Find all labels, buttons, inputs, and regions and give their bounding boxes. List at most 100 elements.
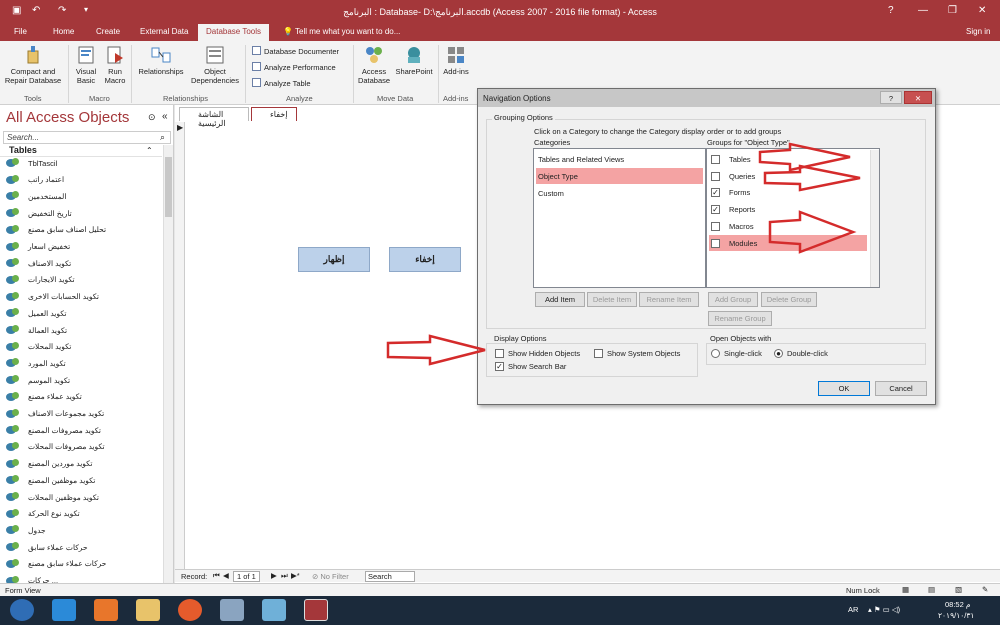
ok-button[interactable]: OK [818, 381, 870, 396]
close-button[interactable]: ✕ [978, 5, 986, 16]
doc-tab-main-screen[interactable]: الشاشة الرئيسية [179, 107, 249, 128]
visual-basic-button[interactable]: Visual Basic [72, 45, 100, 85]
nav-table-item[interactable]: جدول [6, 522, 46, 538]
nav-table-item[interactable]: تكويد العميل [6, 305, 66, 321]
next-record-button[interactable]: ▶ [271, 571, 277, 580]
nav-scrollbar[interactable] [163, 145, 173, 583]
access-database-button[interactable]: Access Database [356, 45, 392, 85]
tab-file[interactable]: File [14, 27, 27, 36]
nav-table-item[interactable]: تحليل اصناف سابق مصنع [6, 222, 106, 238]
nav-table-item[interactable]: تكويد الموسم [6, 372, 70, 388]
help-icon[interactable]: ? [888, 5, 894, 16]
form-view-icon[interactable]: ▦ [902, 585, 909, 594]
layout-view-icon[interactable]: ▧ [955, 585, 962, 594]
tab-external-data[interactable]: External Data [140, 27, 188, 36]
group-item[interactable]: ✓ Forms [709, 184, 867, 200]
media-player-icon[interactable] [94, 599, 118, 621]
dialog-help-button[interactable]: ? [880, 91, 902, 104]
analyze-table-button[interactable]: Analyze Table [252, 78, 311, 88]
hide-button[interactable]: إخفاء [389, 247, 461, 272]
nav-table-item[interactable]: تكويد الايجارات [6, 272, 75, 288]
record-search-input[interactable]: Search [365, 571, 415, 582]
database-documenter-button[interactable]: Database Documenter [252, 46, 339, 56]
first-record-button[interactable]: ⏮ [213, 571, 220, 581]
doc-tab-hide[interactable]: إخفاء [251, 107, 297, 121]
nav-table-item[interactable]: TblTascil [6, 155, 57, 171]
group-visibility-checkbox[interactable]: ✓ [711, 188, 720, 198]
groups-scrollbar[interactable] [870, 150, 879, 287]
compact-repair-button[interactable]: Compact and Repair Database [2, 45, 64, 85]
nav-table-item[interactable]: تاريخ التخفيض [6, 205, 72, 221]
add-item-button[interactable]: Add Item [535, 292, 585, 307]
dialog-close-button[interactable]: ✕ [904, 91, 932, 104]
group-visibility-checkbox[interactable] [711, 238, 720, 248]
nav-table-item[interactable]: تكويد مصروفات المصنع [6, 422, 101, 438]
nav-pane-title[interactable]: All Access Objects [6, 109, 129, 126]
record-selector[interactable]: ▶ [175, 122, 185, 574]
ie-icon[interactable] [52, 599, 76, 621]
nav-table-item[interactable]: تكويد مجموعات الاصناف [6, 406, 104, 422]
minimize-button[interactable]: — [918, 5, 928, 16]
restore-button[interactable]: ❐ [948, 5, 957, 16]
single-click-radio[interactable] [711, 349, 720, 358]
no-filter-button[interactable]: ⊘ No Filter [312, 572, 349, 581]
clock-time[interactable]: 08:52 م [945, 600, 971, 609]
cancel-button[interactable]: Cancel [875, 381, 927, 396]
show-hidden-checkbox[interactable] [495, 349, 504, 358]
group-item[interactable]: Modules [709, 234, 867, 251]
nav-table-item[interactable]: تكويد المحلات [6, 339, 71, 355]
explorer-icon[interactable] [136, 599, 160, 621]
group-item[interactable]: Tables [709, 151, 867, 167]
nav-menu-icon[interactable]: ⊙ [148, 112, 156, 123]
nav-table-item[interactable]: اعتماد راتب [6, 172, 64, 188]
category-item[interactable]: Tables and Related Views [536, 151, 703, 167]
new-record-button[interactable]: ▶* [291, 571, 300, 580]
nav-table-item[interactable]: تخفيض اسعار [6, 239, 70, 255]
language-indicator[interactable]: AR [848, 605, 858, 614]
categories-list[interactable]: Tables and Related Views Object Type Cus… [533, 148, 706, 288]
calculator-icon[interactable] [220, 599, 244, 621]
nav-table-item[interactable]: تكويد مصروفات المحلات [6, 439, 105, 455]
nav-table-item[interactable]: حركات عملاء سابق مصنع [6, 556, 106, 572]
group-visibility-checkbox[interactable] [711, 155, 720, 164]
sign-in-link[interactable]: Sign in [966, 27, 990, 36]
firefox-icon[interactable] [178, 599, 202, 621]
nav-table-item[interactable]: تكويد الاصناف [6, 255, 71, 271]
notes-icon[interactable] [262, 599, 286, 621]
show-button[interactable]: إظهار [298, 247, 370, 272]
datasheet-view-icon[interactable]: ▤ [928, 585, 935, 594]
shutter-bar-icon[interactable]: « [162, 111, 168, 122]
nav-table-item[interactable]: تكويد موظفين المصنع [6, 472, 95, 488]
run-macro-button[interactable]: Run Macro [102, 45, 128, 85]
tray-icons[interactable]: ▴ ⚑ ▭ ◁) [868, 605, 900, 614]
group-visibility-checkbox[interactable]: ✓ [711, 205, 720, 215]
group-item[interactable]: Queries [709, 168, 867, 184]
record-position-input[interactable]: 1 of 1 [233, 571, 260, 582]
show-system-checkbox[interactable] [594, 349, 603, 358]
nav-table-item[interactable]: حركات عملاء سابق [6, 539, 88, 555]
nav-table-item[interactable]: تكويد الحسابات الاخرى [6, 289, 99, 305]
access-taskbar-icon[interactable] [304, 599, 328, 621]
nav-table-item[interactable]: تكويد موردين المصنع [6, 456, 92, 472]
show-search-bar-checkbox[interactable]: ✓ [495, 362, 504, 371]
clock-date[interactable]: ٢٠١٩/١٠/٣١ [938, 611, 974, 620]
last-record-button[interactable]: ⏭ [281, 571, 288, 581]
relationships-button[interactable]: Relationships [134, 45, 188, 76]
start-button[interactable] [10, 599, 34, 621]
double-click-radio[interactable]: ● [774, 349, 783, 358]
category-item[interactable]: Custom [536, 185, 703, 201]
addins-button[interactable]: Add-ins [442, 45, 470, 76]
tab-create[interactable]: Create [96, 27, 120, 36]
group-visibility-checkbox[interactable] [711, 171, 720, 181]
nav-table-item[interactable]: تكويد عملاء مصنع [6, 389, 82, 405]
nav-table-item[interactable]: تكويد العمالة [6, 322, 67, 338]
nav-table-item[interactable]: تكويد المورد [6, 355, 66, 371]
nav-table-item[interactable]: تكويد موظفين المحلات [6, 489, 99, 505]
groups-list[interactable]: Tables Queries ✓ Forms ✓ Reports Macros Modules [706, 148, 880, 288]
sharepoint-button[interactable]: SharePoint [393, 45, 435, 76]
tab-home[interactable]: Home [53, 27, 74, 36]
prev-record-button[interactable]: ◀ [223, 571, 229, 580]
group-item[interactable]: ✓ Reports [709, 201, 867, 217]
collapse-section-icon[interactable]: ⌃ [146, 146, 153, 155]
scroll-thumb[interactable] [165, 157, 172, 217]
